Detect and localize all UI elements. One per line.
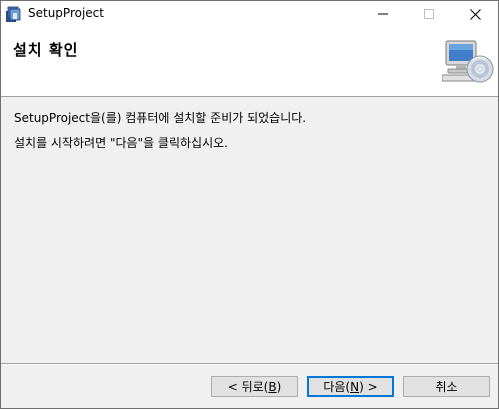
maximize-button[interactable]: [406, 1, 452, 27]
next-button-label-suffix: ) >: [359, 379, 378, 394]
footer-divider: [1, 363, 498, 365]
back-button-mnemonic: B: [268, 379, 277, 394]
title-bar[interactable]: SetupProject: [1, 1, 498, 27]
window-title: SetupProject: [28, 6, 104, 20]
next-button-label-prefix: 다음(: [323, 380, 351, 394]
page-title: 설치 확인: [13, 41, 79, 59]
setup-wizard-window: SetupProject 설치 확인 SetupProject을(를) 컴퓨터에…: [0, 0, 499, 409]
instruction-message: 설치를 시작하려면 "다음"을 클릭하십시오.: [14, 136, 228, 150]
minimize-button[interactable]: [360, 1, 406, 27]
back-button-label-suffix: ): [276, 379, 282, 394]
wizard-header: 설치 확인: [1, 27, 498, 97]
cancel-button-label: 취소: [435, 380, 458, 394]
next-button[interactable]: 다음(N) >: [307, 376, 394, 397]
computer-cd-icon: [442, 40, 494, 83]
ready-message: SetupProject을(를) 컴퓨터에 설치할 준비가 되었습니다.: [14, 111, 307, 125]
minimize-icon: [378, 13, 388, 15]
setup-app-icon: [6, 6, 21, 22]
back-button-label-prefix: < 뒤로(: [227, 380, 269, 394]
cancel-button[interactable]: 취소: [403, 376, 490, 397]
next-button-mnemonic: N: [350, 379, 360, 394]
back-button[interactable]: < 뒤로(B): [211, 376, 298, 397]
close-button[interactable]: [452, 1, 498, 27]
close-icon: [469, 8, 481, 20]
maximize-icon: [424, 9, 434, 19]
